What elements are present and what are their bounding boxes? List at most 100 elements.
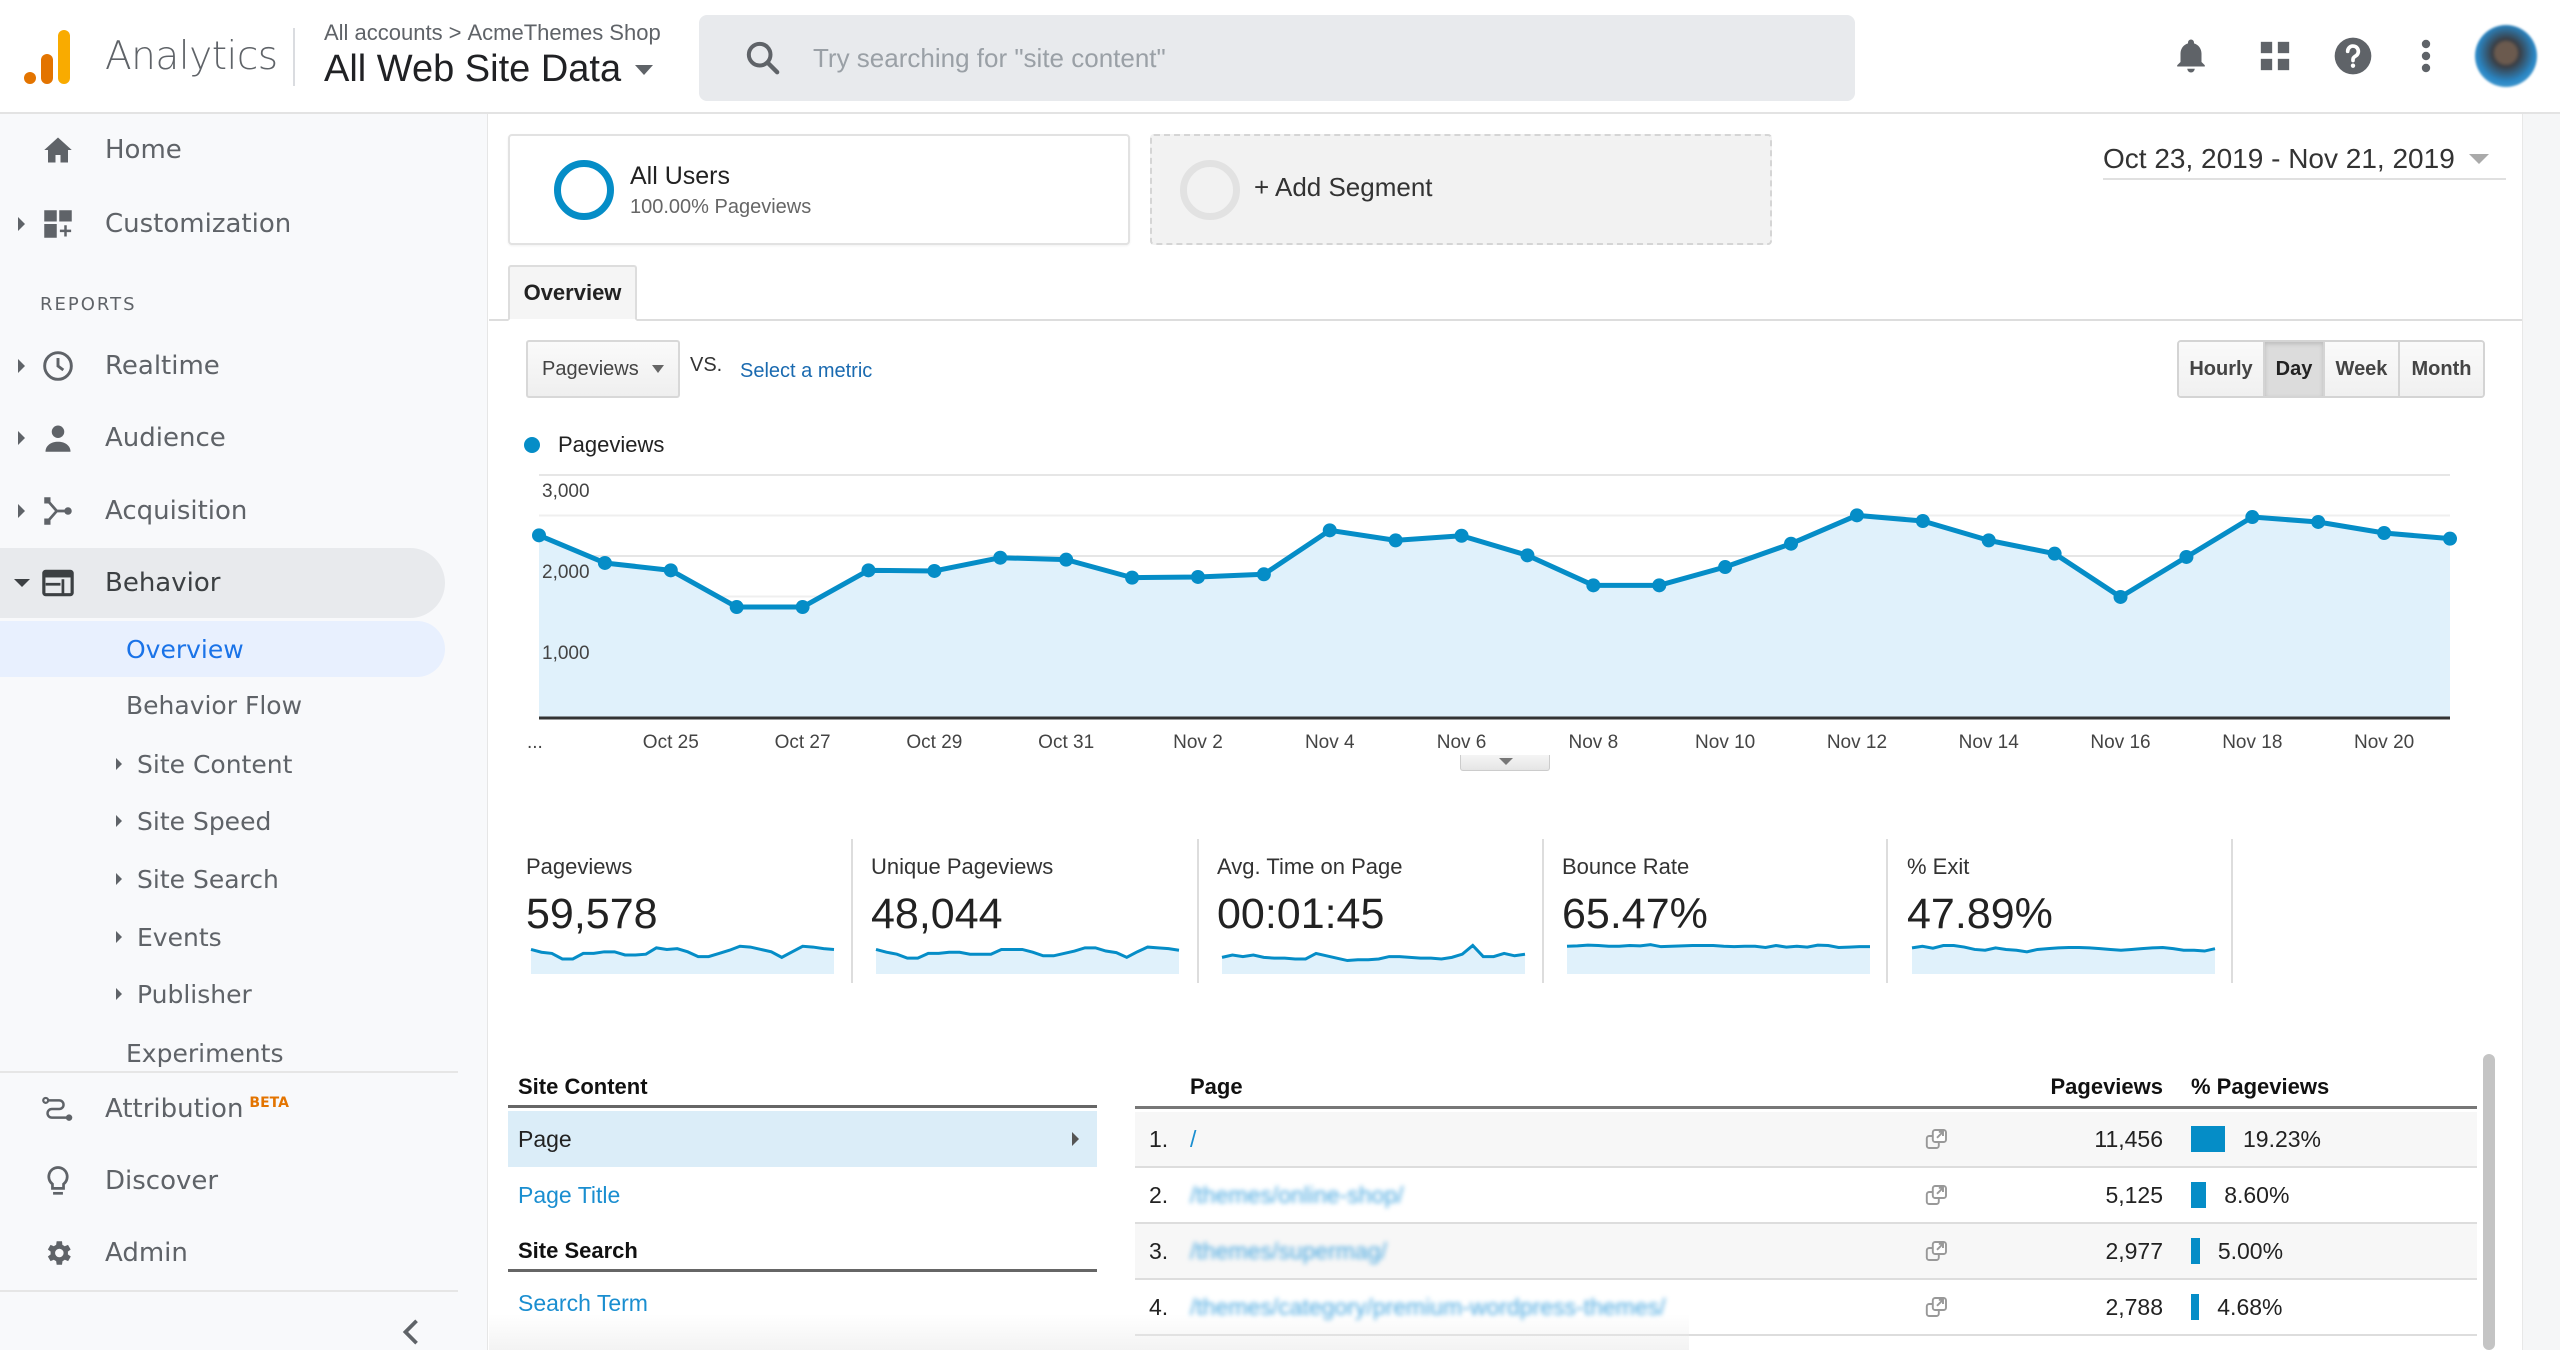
column-header-pageviews[interactable]: Pageviews — [2050, 1074, 2163, 1100]
page-link[interactable]: /themes/category/premium-wordpress-theme… — [1190, 1280, 1666, 1334]
sidebar-item-audience[interactable]: Audience — [0, 403, 445, 473]
data-point[interactable] — [1454, 528, 1469, 543]
data-point[interactable] — [993, 550, 1008, 565]
data-point[interactable] — [1322, 523, 1337, 538]
data-point[interactable] — [597, 555, 612, 570]
data-point[interactable] — [2377, 525, 2392, 540]
sidebar-item-events[interactable]: Events — [0, 909, 445, 965]
data-point[interactable] — [1784, 536, 1799, 551]
page-link[interactable]: / — [1190, 1112, 1196, 1166]
column-header-page[interactable]: Page — [1190, 1074, 1243, 1100]
search-bar[interactable] — [699, 15, 1855, 101]
metric-summary[interactable]: % Exit 47.89% — [1907, 834, 2252, 980]
sidebar-item-attribution[interactable]: Attribution BETA — [0, 1074, 445, 1144]
data-point[interactable] — [1849, 508, 1864, 523]
data-point[interactable] — [2047, 546, 2062, 561]
data-point[interactable] — [861, 563, 876, 578]
metric-summary[interactable]: Avg. Time on Page 00:01:45 — [1217, 834, 1562, 980]
expand-arrow-icon[interactable] — [116, 758, 122, 770]
expand-arrow-icon[interactable] — [18, 359, 25, 373]
granularity-day-button[interactable]: Day — [2265, 342, 2325, 396]
sidebar-item-behavior[interactable]: Behavior — [0, 548, 445, 618]
help-button[interactable] — [2330, 33, 2376, 79]
expand-arrow-icon[interactable] — [116, 873, 122, 885]
sidebar-item-site-content[interactable]: Site Content — [0, 736, 445, 792]
dimension-search-term[interactable]: Search Term — [508, 1275, 1097, 1331]
data-point[interactable] — [2179, 549, 2194, 564]
granularity-month-button[interactable]: Month — [2400, 342, 2483, 396]
apps-button[interactable] — [2252, 33, 2298, 79]
data-point[interactable] — [1718, 560, 1733, 575]
sidebar-item-behavior-overview[interactable]: Overview — [0, 621, 445, 677]
chart-collapse-handle[interactable] — [1460, 755, 1550, 771]
granularity-hourly-button[interactable]: Hourly — [2179, 342, 2265, 396]
metric-summary[interactable]: Unique Pageviews 48,044 — [871, 834, 1216, 980]
sidebar-item-home[interactable]: Home — [0, 115, 445, 185]
sidebar-item-behavior-flow[interactable]: Behavior Flow — [0, 677, 445, 733]
data-point[interactable] — [1059, 552, 1074, 567]
expand-arrow-icon[interactable] — [116, 931, 122, 943]
data-point[interactable] — [1256, 567, 1271, 582]
collapse-arrow-icon[interactable] — [14, 579, 30, 587]
data-point[interactable] — [2245, 510, 2260, 525]
sidebar-item-publisher[interactable]: Publisher — [0, 966, 445, 1022]
table-scrollbar[interactable] — [2483, 1054, 2495, 1350]
segment-all-users[interactable]: All Users 100.00% Pageviews — [508, 134, 1130, 245]
more-options-button[interactable] — [2403, 33, 2449, 79]
data-point[interactable] — [729, 600, 744, 615]
expand-arrow-icon[interactable] — [18, 431, 25, 445]
page-link[interactable]: /themes/online-shop/ — [1190, 1168, 1404, 1222]
sidebar-item-customization[interactable]: Customization — [0, 189, 445, 259]
open-page-icon[interactable] — [1925, 1168, 1949, 1222]
sidebar-item-discover[interactable]: Discover — [0, 1146, 445, 1216]
breadcrumb-account[interactable]: All accounts — [324, 20, 443, 45]
notifications-button[interactable] — [2168, 33, 2214, 79]
dimension-page-title[interactable]: Page Title — [508, 1167, 1097, 1223]
data-point[interactable] — [1125, 570, 1140, 585]
data-point[interactable] — [927, 563, 942, 578]
metric-summary[interactable]: Pageviews 59,578 — [526, 834, 871, 980]
data-point[interactable] — [1190, 569, 1205, 584]
data-point[interactable] — [1520, 548, 1535, 563]
sidebar-item-admin[interactable]: Admin — [0, 1218, 445, 1288]
collapse-sidebar-button[interactable] — [398, 1317, 424, 1347]
open-page-icon[interactable] — [1925, 1280, 1949, 1334]
open-page-icon[interactable] — [1925, 1224, 1949, 1278]
data-point[interactable] — [1915, 514, 1930, 529]
data-point[interactable] — [1652, 578, 1667, 593]
open-page-icon[interactable] — [1925, 1112, 1949, 1166]
sidebar-item-acquisition[interactable]: Acquisition — [0, 476, 445, 546]
data-point[interactable] — [1981, 533, 1996, 548]
tab-overview[interactable]: Overview — [508, 265, 637, 321]
account-avatar[interactable] — [2475, 25, 2537, 87]
data-point[interactable] — [2113, 589, 2128, 604]
data-point[interactable] — [663, 563, 678, 578]
metric-summary[interactable]: Bounce Rate 65.47% — [1562, 834, 1907, 980]
column-header-percent-pageviews[interactable]: % Pageviews — [2191, 1074, 2329, 1100]
sidebar-item-realtime[interactable]: Realtime — [0, 331, 445, 401]
expand-arrow-icon[interactable] — [116, 815, 122, 827]
expand-arrow-icon[interactable] — [18, 217, 25, 231]
data-point[interactable] — [795, 600, 810, 615]
breadcrumb-property[interactable]: AcmeThemes Shop — [467, 20, 660, 45]
data-point[interactable] — [1388, 533, 1403, 548]
breadcrumb[interactable]: All accounts > AcmeThemes Shop — [324, 20, 661, 46]
page-link[interactable]: /themes/supermag/ — [1190, 1224, 1387, 1278]
view-selector[interactable]: All Web Site Data — [324, 48, 654, 91]
expand-arrow-icon[interactable] — [116, 988, 122, 1000]
data-point[interactable] — [1586, 578, 1601, 593]
granularity-week-button[interactable]: Week — [2325, 342, 2400, 396]
dimension-page[interactable]: Page — [508, 1111, 1097, 1167]
data-point[interactable] — [532, 528, 546, 543]
search-input[interactable] — [813, 42, 1713, 74]
data-point[interactable] — [2443, 531, 2457, 546]
metric-dropdown[interactable]: Pageviews — [526, 340, 680, 398]
expand-arrow-icon[interactable] — [18, 504, 25, 518]
date-range-picker[interactable]: Oct 23, 2019 - Nov 21, 2019 — [2103, 140, 2506, 180]
data-point[interactable] — [2311, 514, 2326, 529]
sidebar-item-site-search[interactable]: Site Search — [0, 851, 445, 907]
add-segment-button[interactable]: + Add Segment — [1150, 134, 1772, 245]
sidebar-item-site-speed[interactable]: Site Speed — [0, 793, 445, 849]
select-metric-link[interactable]: Select a metric — [740, 360, 872, 383]
analytics-logo-icon[interactable] — [24, 30, 72, 84]
